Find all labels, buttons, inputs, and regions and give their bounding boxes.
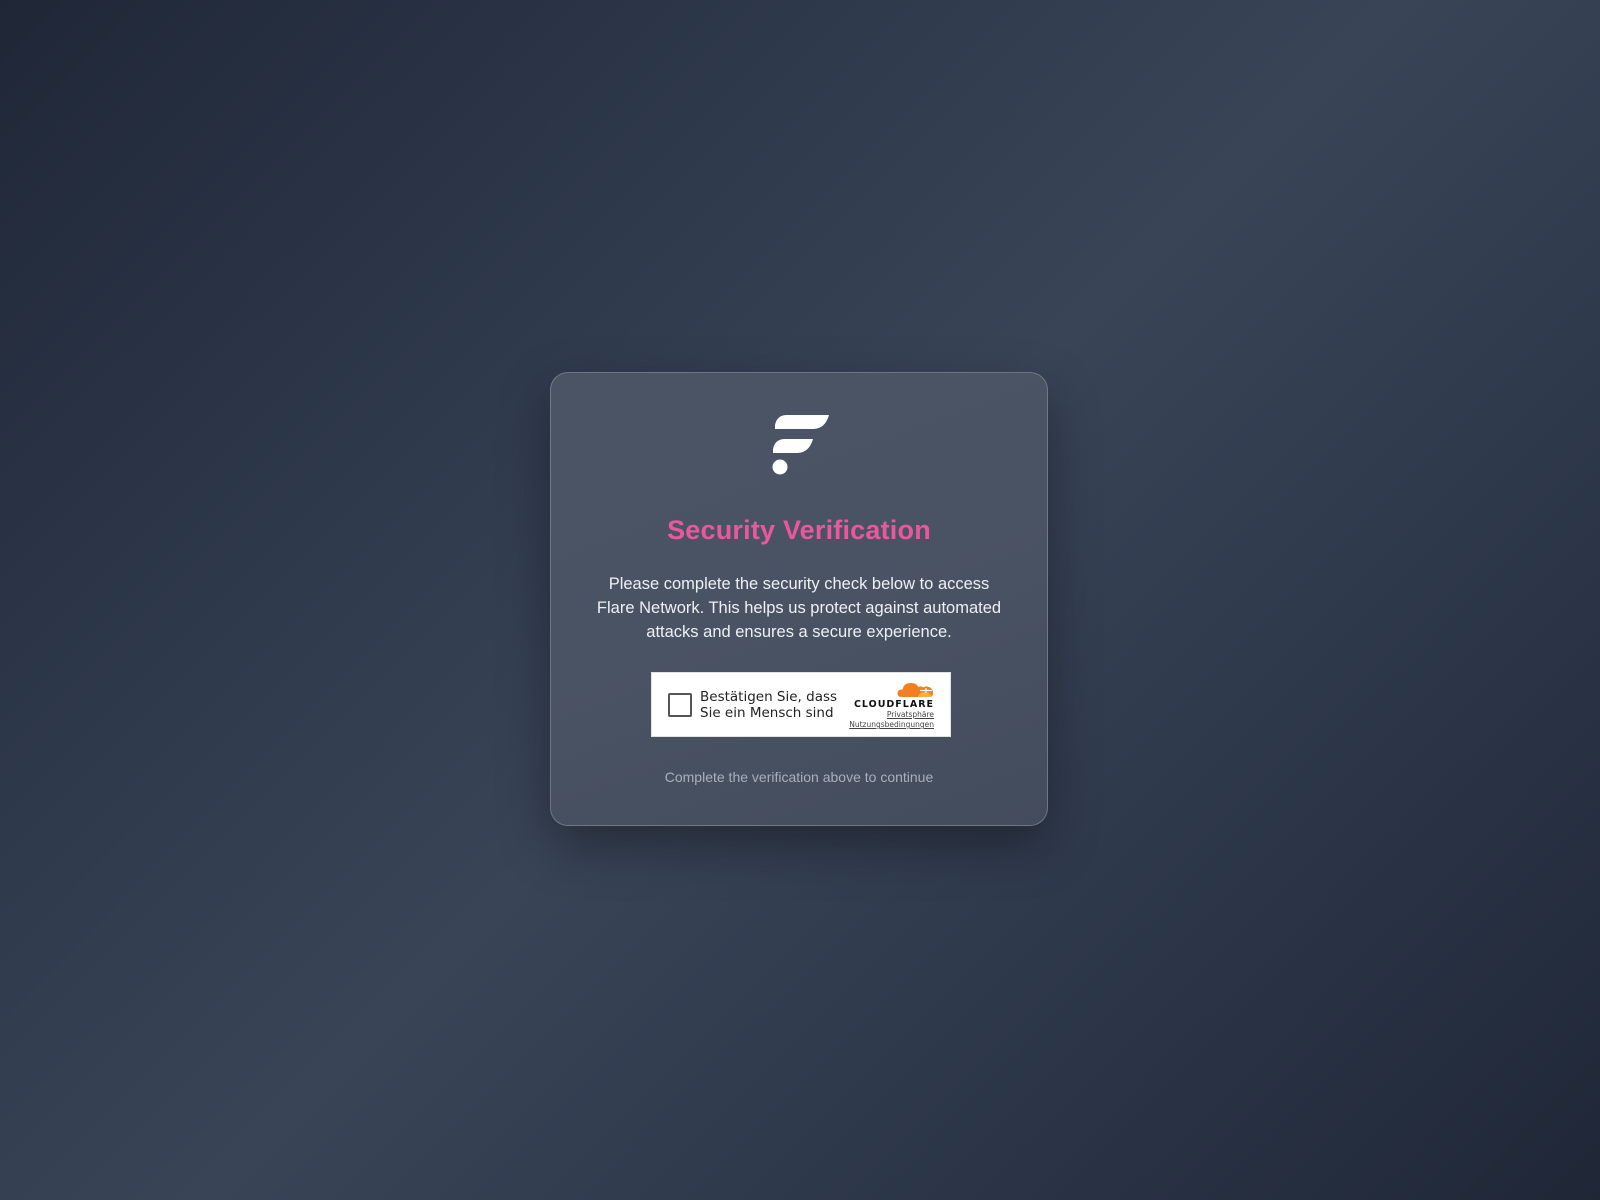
cloudflare-turnstile-widget: Bestätigen Sie, dass Sie ein Mensch sind… — [651, 672, 951, 737]
terms-link[interactable]: Nutzungsbedingungen — [849, 720, 934, 730]
human-verification-checkbox[interactable] — [668, 693, 692, 717]
page-title: Security Verification — [667, 515, 931, 545]
verification-card: Security Verification Please complete th… — [550, 372, 1048, 826]
cloudflare-cloud-icon — [897, 682, 933, 697]
privacy-link[interactable]: Privatsphäre — [849, 710, 934, 720]
checkbox-label: Bestätigen Sie, dass Sie ein Mensch sind — [700, 689, 838, 721]
continue-hint-text: Complete the verification above to conti… — [664, 769, 934, 785]
flare-logo-icon — [772, 415, 829, 475]
cloudflare-brand-text: CLOUDFLARE — [853, 699, 934, 710]
description-text: Please complete the security check below… — [596, 575, 1002, 641]
cloudflare-branding: CLOUDFLARE Privatsphäre Nutzungsbedingun… — [849, 680, 934, 730]
